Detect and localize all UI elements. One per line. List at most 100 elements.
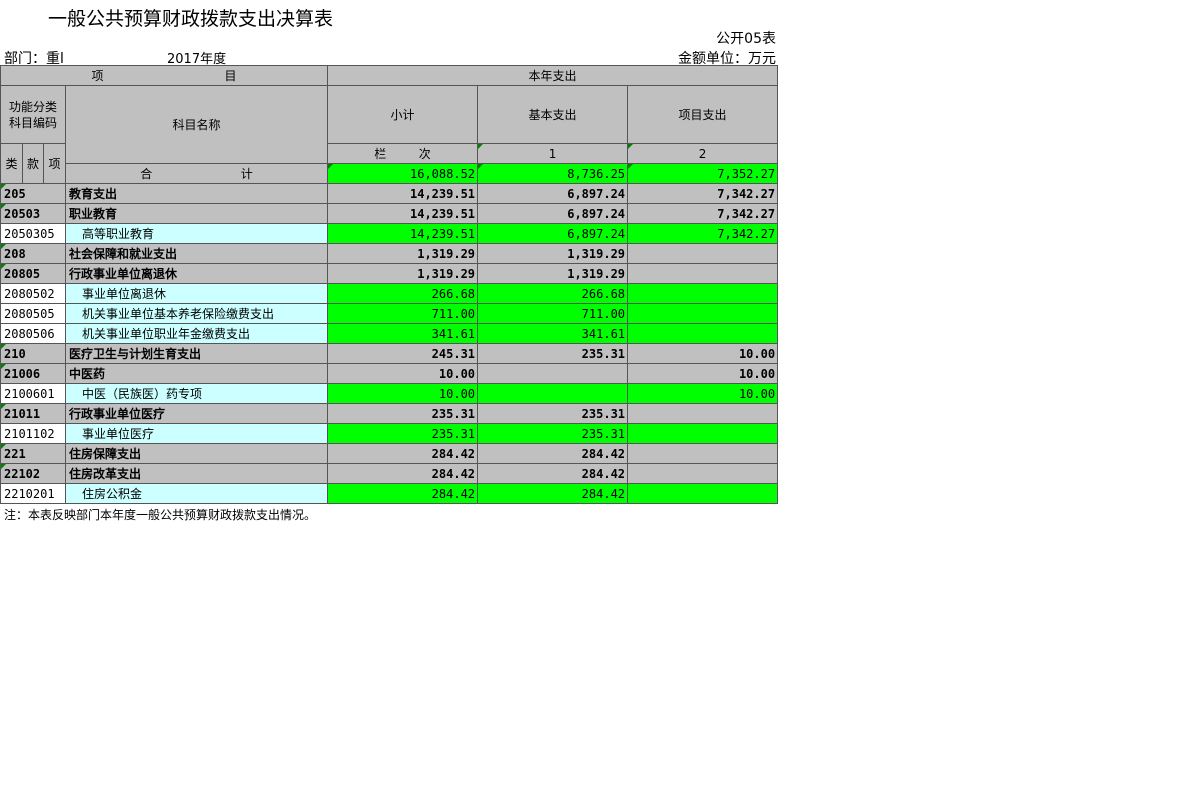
row-code[interactable]: 2101102 (0, 423, 66, 444)
row-name[interactable]: 住房保障支出 (64, 443, 329, 464)
row-subtotal[interactable]: 266.68 (327, 283, 479, 304)
row-code[interactable]: 2080502 (0, 283, 66, 304)
row-basic[interactable]: 235.31 (477, 423, 629, 444)
row-basic[interactable]: 266.68 (477, 283, 629, 304)
row-subtotal[interactable]: 235.31 (327, 403, 479, 424)
total-project[interactable]: 7,352.27 (627, 163, 779, 184)
row-project[interactable]: 7,342.27 (627, 183, 779, 204)
row-name[interactable]: 职业教育 (64, 203, 329, 224)
row-code[interactable]: 2080506 (0, 323, 66, 344)
row-name[interactable]: 事业单位医疗 (64, 423, 329, 444)
cell-marker (1, 404, 6, 409)
table-row: 2210201 住房公积金 284.42 284.42 (0, 483, 779, 504)
row-basic[interactable]: 6,897.24 (477, 223, 629, 244)
row-basic[interactable]: 341.61 (477, 323, 629, 344)
row-name[interactable]: 中医药 (64, 363, 329, 384)
row-code-text: 20805 (4, 266, 41, 281)
row-name[interactable]: 住房改革支出 (64, 463, 329, 484)
row-project[interactable] (627, 243, 779, 264)
row-project[interactable]: 10.00 (627, 383, 779, 404)
row-name[interactable]: 事业单位离退休 (64, 283, 329, 304)
row-code[interactable]: 2210201 (0, 483, 66, 504)
row-project[interactable]: 10.00 (627, 363, 779, 384)
row-project[interactable] (627, 443, 779, 464)
row-name-text: 行政事业单位医疗 (69, 407, 166, 421)
row-subtotal[interactable]: 284.42 (327, 443, 479, 464)
row-basic[interactable] (477, 383, 629, 404)
row-project[interactable] (627, 323, 779, 344)
row-project[interactable] (627, 303, 779, 324)
table-row: 2080506 机关事业单位职业年金缴费支出 341.61 341.61 (0, 323, 779, 344)
row-subtotal[interactable]: 1,319.29 (327, 243, 479, 264)
cell-marker (1, 244, 6, 249)
row-subtotal[interactable]: 235.31 (327, 423, 479, 444)
row-basic[interactable]: 284.42 (477, 443, 629, 464)
row-code[interactable]: 208 (0, 243, 66, 264)
row-basic[interactable] (477, 363, 629, 384)
form-number: 公开05表 (716, 31, 776, 47)
row-basic[interactable]: 235.31 (477, 343, 629, 364)
row-project[interactable] (627, 463, 779, 484)
row-subtotal-value: 245.31 (431, 346, 476, 361)
row-name[interactable]: 住房公积金 (64, 483, 329, 504)
row-subtotal[interactable]: 284.42 (327, 483, 479, 504)
row-code-text: 2080506 (4, 326, 55, 341)
total-subtotal-value: 16,088.52 (410, 166, 476, 181)
row-project[interactable] (627, 263, 779, 284)
row-project[interactable] (627, 283, 779, 304)
row-project[interactable] (627, 423, 779, 444)
header-ci: 次 (418, 147, 431, 161)
row-code[interactable]: 20503 (0, 203, 66, 224)
row-code[interactable]: 2080505 (0, 303, 66, 324)
row-code[interactable]: 21011 (0, 403, 66, 424)
row-name[interactable]: 教育支出 (64, 183, 329, 204)
row-subtotal-value: 14,239.51 (410, 186, 476, 201)
row-subtotal[interactable]: 10.00 (327, 363, 479, 384)
row-name[interactable]: 行政事业单位离退休 (64, 263, 329, 284)
row-name[interactable]: 医疗卫生与计划生育支出 (64, 343, 329, 364)
row-project[interactable] (627, 403, 779, 424)
row-basic[interactable]: 284.42 (477, 463, 629, 484)
row-subtotal[interactable]: 711.00 (327, 303, 479, 324)
row-code[interactable]: 205 (0, 183, 66, 204)
row-subtotal[interactable]: 341.61 (327, 323, 479, 344)
total-basic[interactable]: 8,736.25 (477, 163, 629, 184)
row-subtotal[interactable]: 245.31 (327, 343, 479, 364)
row-name[interactable]: 高等职业教育 (64, 223, 329, 244)
row-code[interactable]: 21006 (0, 363, 66, 384)
row-subtotal[interactable]: 14,239.51 (327, 203, 479, 224)
row-name[interactable]: 机关事业单位基本养老保险缴费支出 (64, 303, 329, 324)
header-item: 项目 (0, 65, 329, 86)
row-subtotal[interactable]: 14,239.51 (327, 223, 479, 244)
row-code[interactable]: 210 (0, 343, 66, 364)
row-code[interactable]: 22102 (0, 463, 66, 484)
row-basic[interactable]: 1,319.29 (477, 243, 629, 264)
row-project[interactable]: 7,342.27 (627, 223, 779, 244)
row-basic-value: 1,319.29 (567, 266, 626, 281)
row-basic[interactable]: 6,897.24 (477, 203, 629, 224)
row-basic-value: 235.31 (581, 426, 626, 441)
row-name[interactable]: 行政事业单位医疗 (64, 403, 329, 424)
row-subtotal[interactable]: 14,239.51 (327, 183, 479, 204)
row-code[interactable]: 20805 (0, 263, 66, 284)
cell-marker (1, 444, 6, 449)
row-basic[interactable]: 711.00 (477, 303, 629, 324)
row-code[interactable]: 2050305 (0, 223, 66, 244)
row-name[interactable]: 社会保障和就业支出 (64, 243, 329, 264)
row-project[interactable]: 7,342.27 (627, 203, 779, 224)
row-code[interactable]: 2100601 (0, 383, 66, 404)
row-name[interactable]: 中医（民族医）药专项 (64, 383, 329, 404)
row-code[interactable]: 221 (0, 443, 66, 464)
row-name[interactable]: 机关事业单位职业年金缴费支出 (64, 323, 329, 344)
table-row: 2050305 高等职业教育 14,239.51 6,897.24 7,342.27 (0, 223, 779, 244)
row-subtotal[interactable]: 10.00 (327, 383, 479, 404)
row-basic[interactable]: 6,897.24 (477, 183, 629, 204)
row-project[interactable] (627, 483, 779, 504)
row-subtotal[interactable]: 284.42 (327, 463, 479, 484)
row-subtotal[interactable]: 1,319.29 (327, 263, 479, 284)
total-subtotal[interactable]: 16,088.52 (327, 163, 479, 184)
row-project[interactable]: 10.00 (627, 343, 779, 364)
row-basic[interactable]: 284.42 (477, 483, 629, 504)
row-basic[interactable]: 235.31 (477, 403, 629, 424)
row-basic[interactable]: 1,319.29 (477, 263, 629, 284)
